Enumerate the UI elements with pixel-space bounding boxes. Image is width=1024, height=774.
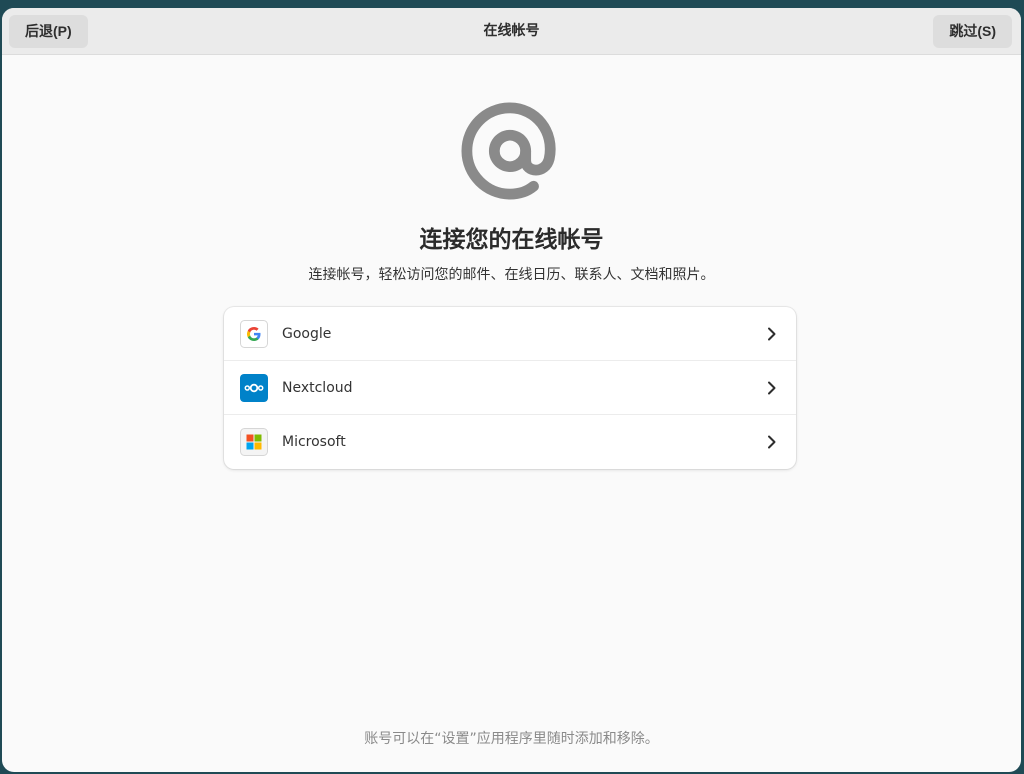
at-sign-icon	[461, 102, 556, 200]
header-bar: 后退(P) 在线帐号 跳过(S)	[2, 8, 1021, 55]
skip-button[interactable]: 跳过(S)	[933, 15, 1012, 48]
page-title: 在线帐号	[483, 23, 540, 39]
provider-label: Microsoft	[282, 434, 346, 450]
provider-label: Google	[282, 326, 332, 342]
provider-row-nextcloud[interactable]: Nextcloud	[224, 361, 796, 415]
heading: 连接您的在线帐号	[419, 227, 604, 253]
footnote: 账号可以在“设置”应用程序里随时添加和移除。	[364, 731, 659, 747]
provider-list: Google Nextcloud Microsoft	[224, 307, 796, 469]
microsoft-icon	[240, 428, 268, 456]
setup-window: 后退(P) 在线帐号 跳过(S) 连接您的在线帐号 连接帐号，轻松访问您的邮件、…	[2, 8, 1021, 772]
provider-row-google[interactable]: Google	[224, 307, 796, 361]
subtitle: 连接帐号，轻松访问您的邮件、在线日历、联系人、文档和照片。	[308, 267, 715, 283]
google-icon	[240, 320, 268, 348]
chevron-right-icon	[768, 381, 776, 395]
provider-label: Nextcloud	[282, 380, 353, 396]
chevron-right-icon	[768, 327, 776, 341]
provider-row-microsoft[interactable]: Microsoft	[224, 415, 796, 469]
nextcloud-icon	[240, 374, 268, 402]
chevron-right-icon	[768, 435, 776, 449]
